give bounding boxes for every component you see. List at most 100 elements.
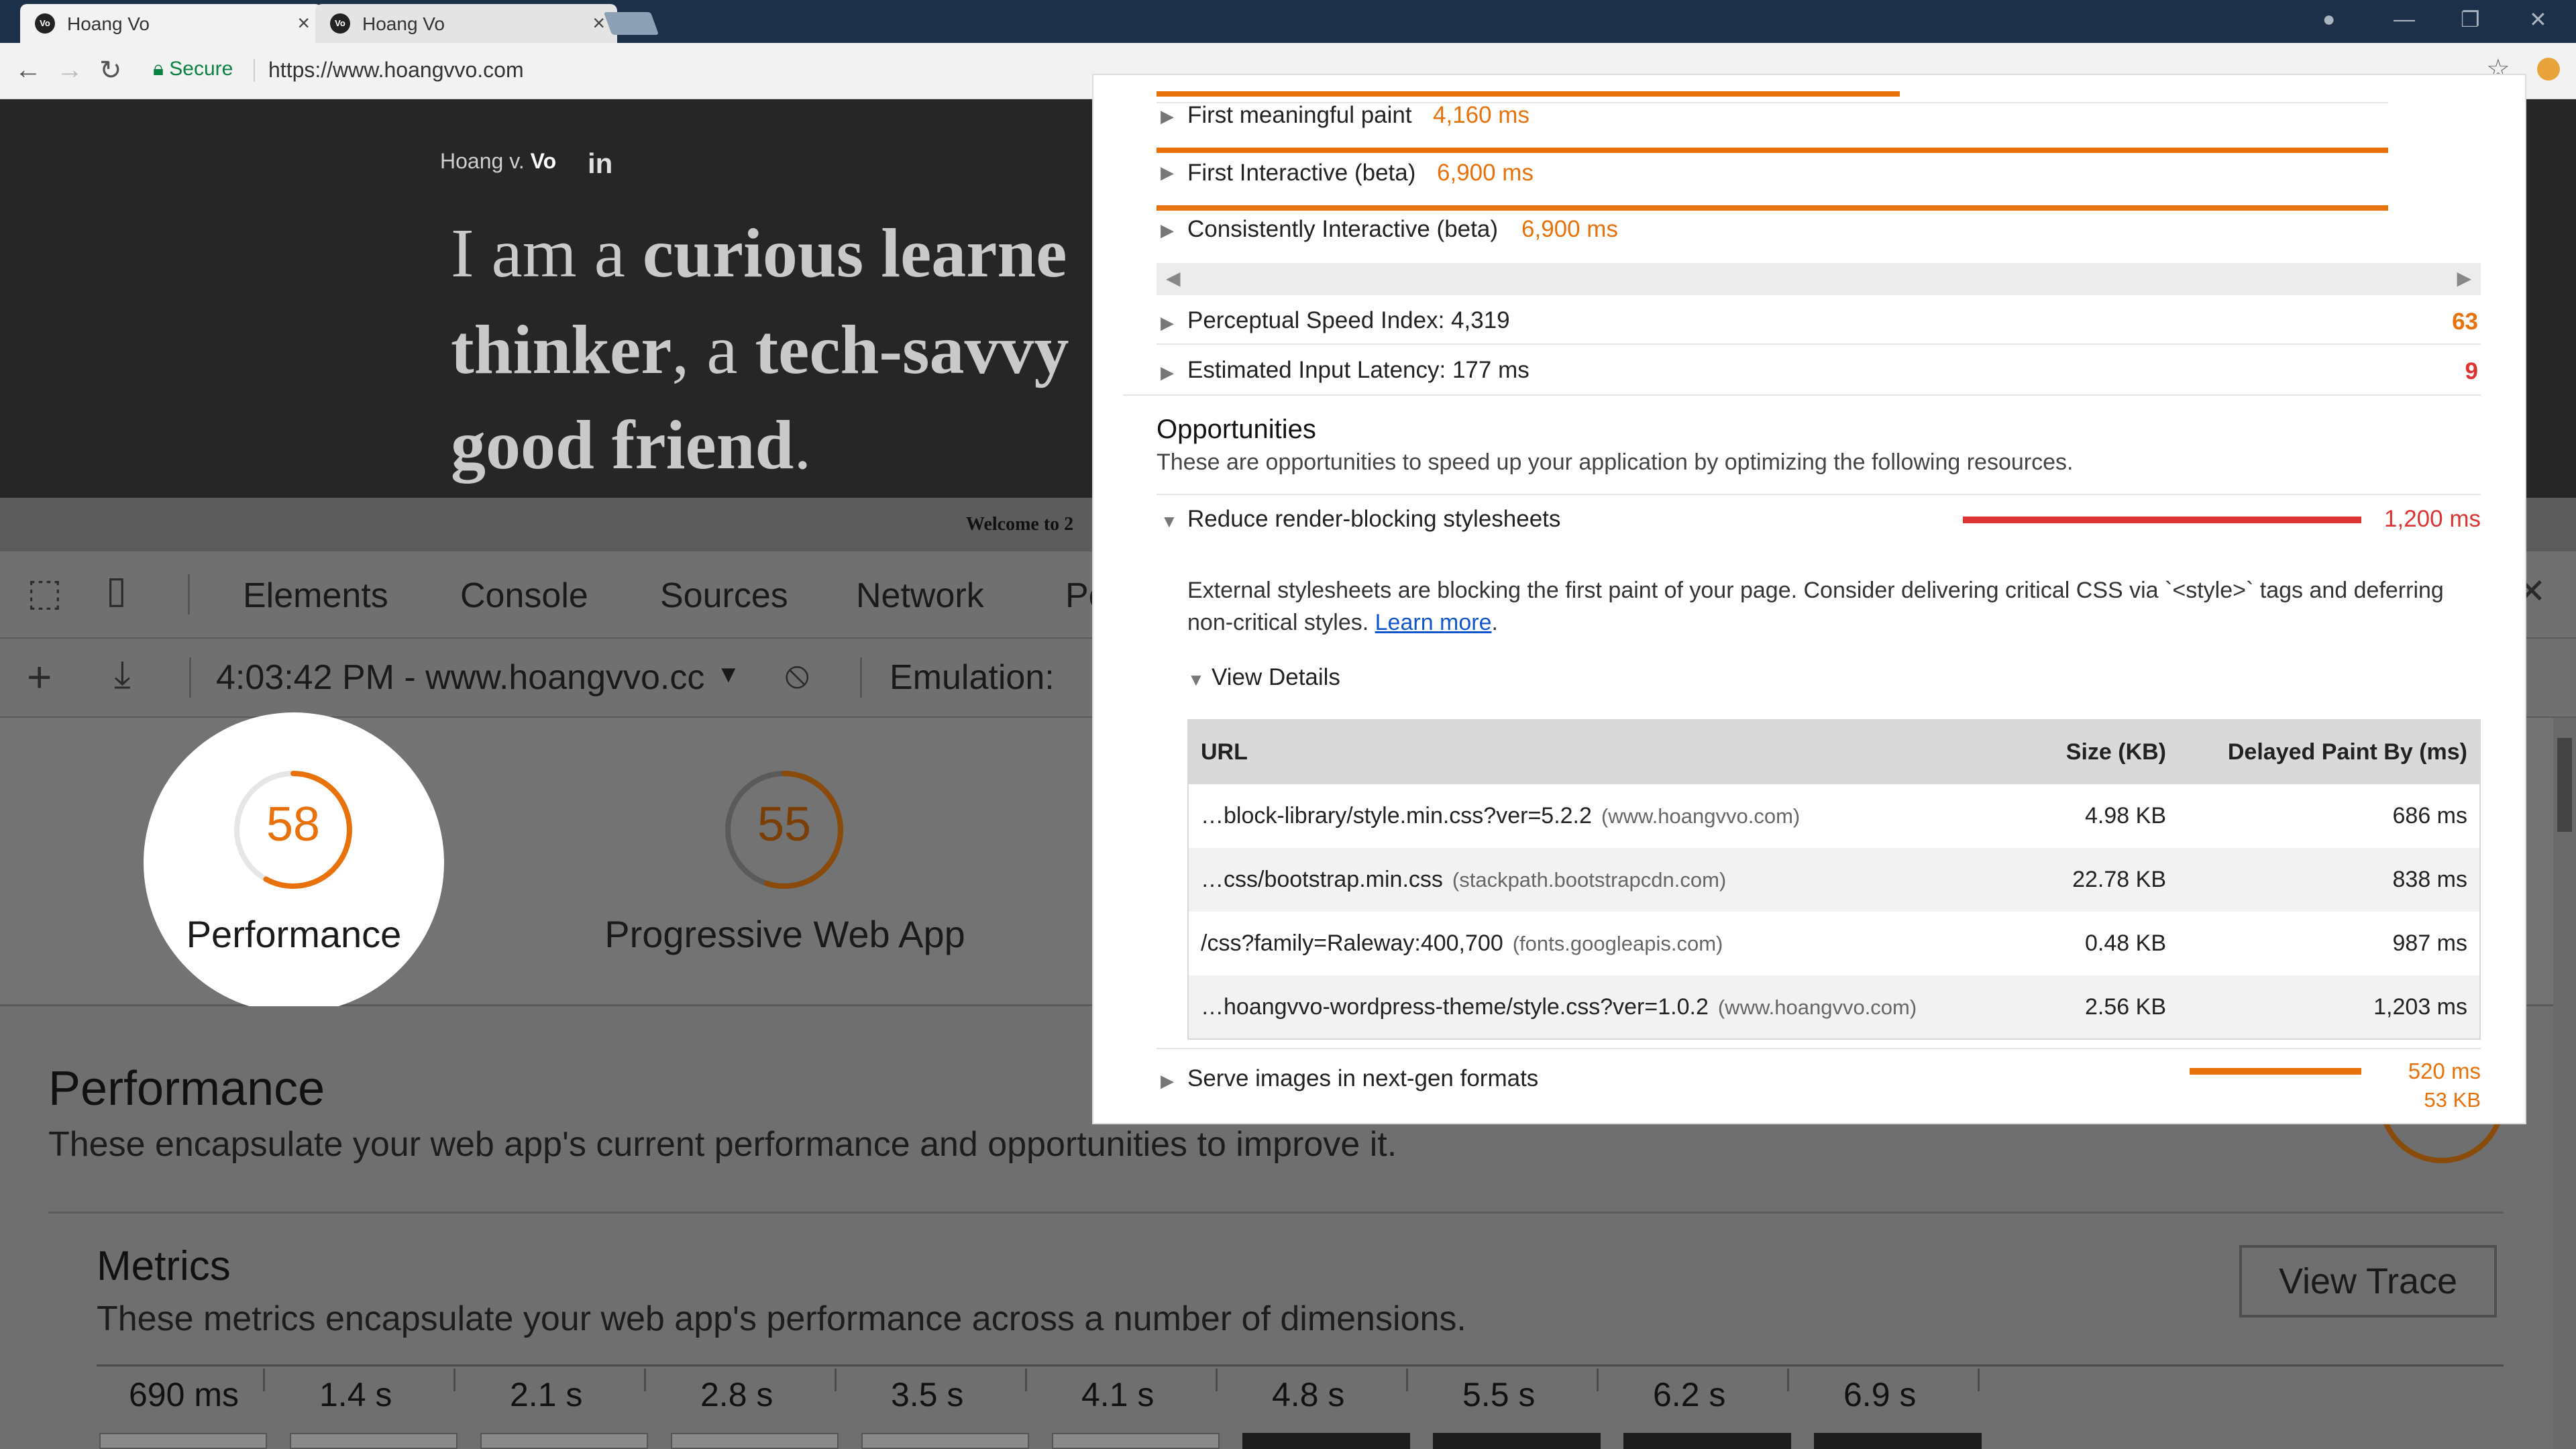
url-text: …hoangvvo-wordpress-theme/style.css?ver=…	[1201, 994, 1709, 1020]
tab-title: Hoang Vo	[362, 13, 445, 34]
favicon-icon: Vo	[35, 13, 55, 34]
view-details-toggle[interactable]: View Details	[1212, 664, 1340, 691]
url-text: …block-library/style.min.css?ver=5.2.2	[1201, 803, 1592, 828]
tab-elements[interactable]: Elements	[243, 576, 388, 616]
metric-value: 6,900 ms	[1437, 160, 1534, 186]
browser-tab[interactable]: Vo Hoang Vo ×	[20, 4, 322, 43]
expand-caret-icon[interactable]: ▶	[1161, 362, 1174, 383]
metric-value: 4,160 ms	[1433, 102, 1529, 128]
forward-icon[interactable]: →	[56, 55, 83, 85]
url-cell: …css/bootstrap.min.css (stackpath.bootstr…	[1188, 848, 2004, 912]
next-gen-value: 520 ms	[2408, 1059, 2481, 1083]
domain-text: (stackpath.bootstrapcdn.com)	[1452, 868, 1727, 892]
expand-caret-icon[interactable]: ▶	[1161, 1071, 1174, 1091]
report-select[interactable]: 4:03:42 PM - www.hoangvvo.cc	[216, 657, 704, 698]
hero-text: .	[794, 407, 812, 484]
browser-tab[interactable]: Vo Hoang Vo ×	[315, 4, 617, 43]
metric-value: 6,900 ms	[1521, 216, 1618, 242]
secure-indicator[interactable]: 🔒︎ Secure	[153, 58, 233, 80]
timeline-tick	[835, 1368, 837, 1391]
render-blocking-description: External stylesheets are blocking the fi…	[1187, 574, 2462, 639]
filmstrip-frame[interactable]	[1814, 1433, 1982, 1449]
new-tab-button[interactable]	[603, 12, 659, 35]
tab-sources[interactable]: Sources	[660, 576, 788, 616]
scroll-left-icon[interactable]: ◀	[1166, 267, 1181, 289]
inspect-element-icon[interactable]: ⬚	[27, 570, 62, 614]
filmstrip-frame[interactable]	[1242, 1433, 1410, 1449]
learn-more-link[interactable]: Learn more	[1375, 610, 1492, 635]
download-icon[interactable]: ⤓	[114, 652, 131, 697]
performance-score: 58	[266, 798, 321, 851]
expand-caret-icon[interactable]: ▶	[1161, 162, 1174, 183]
speed-index-score: 63	[2452, 309, 2478, 335]
reload-icon[interactable]: ↻	[99, 55, 122, 86]
clear-icon[interactable]: ⦸	[785, 652, 810, 697]
filmstrip-frame[interactable]	[290, 1433, 458, 1449]
collapse-caret-icon[interactable]: ▼	[1187, 669, 1205, 690]
input-latency-label[interactable]: Estimated Input Latency: 177 ms	[1187, 357, 1529, 384]
filmstrip-frame[interactable]	[861, 1433, 1029, 1449]
expand-caret-icon[interactable]: ▶	[1161, 106, 1174, 127]
close-tab-icon[interactable]: ×	[297, 11, 310, 36]
metric-label[interactable]: First meaningful paint	[1187, 102, 1412, 129]
size-cell: 22.78 KB	[2004, 848, 2178, 912]
filmstrip-frame[interactable]	[1623, 1433, 1791, 1449]
url-field[interactable]: https://www.hoangvvo.com	[268, 58, 524, 83]
close-tab-icon[interactable]: ×	[592, 11, 605, 36]
minimize-icon[interactable]: —	[2394, 7, 2415, 32]
metric-label[interactable]: First Interactive (beta)	[1187, 160, 1415, 186]
render-blocking-label[interactable]: Reduce render-blocking stylesheets	[1187, 506, 1560, 533]
tab-network[interactable]: Network	[856, 576, 984, 616]
linkedin-icon[interactable]: in	[588, 148, 612, 180]
filmstrip-frame[interactable]	[480, 1433, 648, 1449]
column-header-url: URL	[1188, 720, 2004, 784]
hero-line: good friend.	[451, 405, 811, 485]
filmstrip-frame[interactable]	[1052, 1433, 1220, 1449]
column-header-delay: Delayed Paint By (ms)	[2178, 720, 2480, 784]
filmstrip-frame[interactable]	[1433, 1433, 1601, 1449]
chevron-down-icon[interactable]: ▼	[716, 660, 741, 688]
timeline-label: 4.8 s	[1272, 1376, 1345, 1413]
welcome-text: Welcome to 2	[966, 514, 1074, 535]
horizontal-scrollbar[interactable]: ◀ ▶	[1157, 263, 2481, 295]
close-window-icon[interactable]: ✕	[2529, 7, 2547, 32]
restore-icon[interactable]: ❐	[2461, 7, 2480, 32]
emulation-label: Emulation:	[890, 658, 1055, 697]
zoomed-audit-detail: ▶ First meaningful paint 4,160 ms ▶ Firs…	[1093, 75, 2525, 1123]
device-toolbar-icon[interactable]: ▯	[106, 568, 127, 612]
timeline-label: 6.2 s	[1653, 1376, 1726, 1413]
divider	[188, 574, 190, 614]
next-gen-size: 53 KB	[2424, 1088, 2481, 1112]
table-row: …css/bootstrap.min.css (stackpath.bootstr…	[1188, 848, 2480, 912]
view-trace-button[interactable]: View Trace	[2239, 1245, 2497, 1318]
performance-description: These encapsulate your web app's current…	[48, 1125, 1397, 1164]
url-cell: …block-library/style.min.css?ver=5.2.2 (w…	[1188, 784, 2004, 848]
filmstrip-frame[interactable]	[671, 1433, 839, 1449]
extension-icon[interactable]	[2537, 58, 2560, 80]
devtools-scrollbar[interactable]	[2553, 718, 2576, 1449]
back-icon[interactable]: ←	[15, 55, 42, 85]
profile-icon[interactable]: ●	[2322, 7, 2335, 32]
next-gen-label[interactable]: Serve images in next-gen formats	[1187, 1065, 1538, 1092]
site-logo[interactable]: Hoang v. Vo	[440, 149, 556, 174]
tab-console[interactable]: Console	[460, 576, 588, 616]
details-table: URL Size (KB) Delayed Paint By (ms) …blo…	[1187, 719, 2481, 1040]
opportunities-description: These are opportunities to speed up your…	[1157, 449, 2074, 475]
divider	[860, 657, 862, 698]
metric-label[interactable]: Consistently Interactive (beta)	[1187, 216, 1498, 243]
expand-caret-icon[interactable]: ▶	[1161, 313, 1174, 333]
hero-line: I am a curious learne	[451, 213, 1067, 293]
expand-caret-icon[interactable]: ▶	[1161, 220, 1174, 241]
speed-index-label[interactable]: Perceptual Speed Index: 4,319	[1187, 307, 1510, 334]
logo-bold: Vo	[530, 149, 557, 173]
divider	[1157, 494, 2481, 495]
size-cell: 0.48 KB	[2085, 930, 2166, 956]
filmstrip-frame[interactable]	[99, 1433, 267, 1449]
collapse-caret-icon[interactable]: ▼	[1161, 511, 1178, 532]
description-end: .	[1491, 610, 1498, 635]
add-icon[interactable]: +	[27, 652, 52, 702]
scroll-right-icon[interactable]: ▶	[2457, 267, 2471, 289]
timeline-label: 4.1 s	[1081, 1376, 1155, 1413]
timeline-tick	[1406, 1368, 1408, 1391]
scrollbar-thumb[interactable]	[2557, 738, 2572, 832]
